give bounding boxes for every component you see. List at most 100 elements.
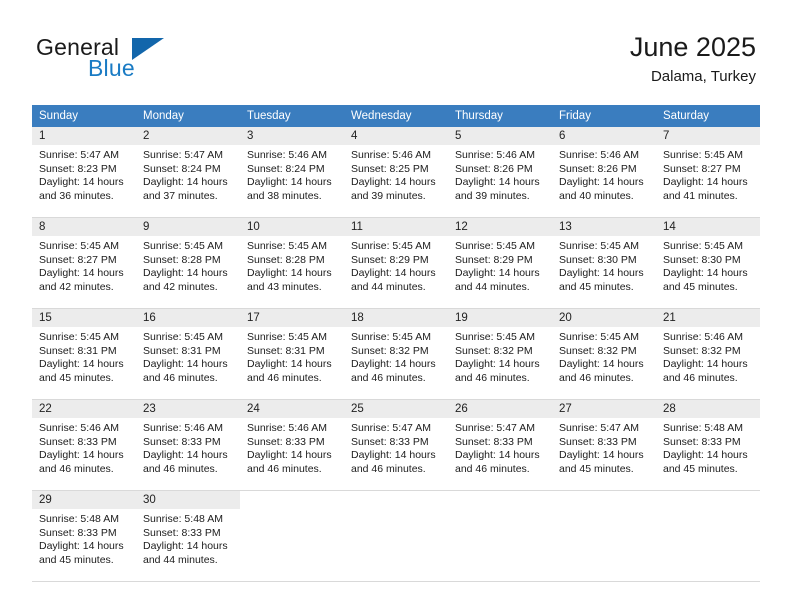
sunset-text: Sunset: 8:33 PM <box>143 526 221 539</box>
daylight-text-line2: and 46 minutes. <box>351 462 426 475</box>
sunrise-text: Sunrise: 5:46 AM <box>455 149 535 161</box>
day-box: 9 Sunrise: 5:45 AM Sunset: 8:28 PM Daylight… <box>136 218 240 308</box>
day-details: Sunrise: 5:45 AM Sunset: 8:31 PM Daylight:… <box>240 327 344 385</box>
day-details: Sunrise: 5:48 AM Sunset: 8:33 PM Daylight:… <box>656 418 760 476</box>
calendar-day-cell[interactable]: 4 Sunrise: 5:46 AM Sunset: 8:25 PM Daylight… <box>344 127 448 218</box>
calendar-day-cell[interactable]: 14 Sunrise: 5:45 AM Sunset: 8:30 PM Dayligh… <box>656 217 760 309</box>
sunset-text: Sunset: 8:25 PM <box>351 162 429 175</box>
day-number: 28 <box>656 400 760 418</box>
calendar-day-cell[interactable]: 17 Sunrise: 5:45 AM Sunset: 8:31 PM Dayligh… <box>240 308 344 400</box>
calendar-day-cell[interactable]: 23 Sunrise: 5:46 AM Sunset: 8:33 PM Dayligh… <box>136 399 240 491</box>
day-number: 26 <box>448 400 552 418</box>
calendar-day-cell[interactable]: 27 Sunrise: 5:47 AM Sunset: 8:33 PM Dayligh… <box>552 399 656 491</box>
calendar-day-cell[interactable]: 3 Sunrise: 5:46 AM Sunset: 8:24 PM Daylight… <box>240 127 344 218</box>
sunrise-text: Sunrise: 5:45 AM <box>247 331 327 343</box>
daylight-text-line2: and 46 minutes. <box>143 371 218 384</box>
sunrise-text: Sunrise: 5:45 AM <box>455 240 535 252</box>
day-number: 23 <box>136 400 240 418</box>
daylight-text-line1: Daylight: 14 hours <box>39 358 124 370</box>
calendar-week-row: 1 Sunrise: 5:47 AM Sunset: 8:23 PM Daylight… <box>32 127 760 218</box>
sunrise-text: Sunrise: 5:47 AM <box>143 149 223 161</box>
daylight-text-line2: and 45 minutes. <box>39 371 114 384</box>
sunrise-text: Sunrise: 5:45 AM <box>247 240 327 252</box>
calendar-body: 1 Sunrise: 5:47 AM Sunset: 8:23 PM Daylight… <box>32 127 760 582</box>
calendar-day-cell[interactable]: 12 Sunrise: 5:45 AM Sunset: 8:29 PM Dayligh… <box>448 217 552 309</box>
calendar-day-cell[interactable]: 24 Sunrise: 5:46 AM Sunset: 8:33 PM Dayligh… <box>240 399 344 491</box>
daylight-text-line1: Daylight: 14 hours <box>663 449 748 461</box>
day-details: Sunrise: 5:46 AM Sunset: 8:33 PM Daylight:… <box>136 418 240 476</box>
calendar-grid: Sunday Monday Tuesday Wednesday Thursday… <box>32 105 760 582</box>
brand-logo[interactable]: General Blue <box>36 36 276 96</box>
day-details: Sunrise: 5:46 AM Sunset: 8:33 PM Daylight:… <box>240 418 344 476</box>
sunset-text: Sunset: 8:27 PM <box>663 162 741 175</box>
calendar-day-cell[interactable]: 25 Sunrise: 5:47 AM Sunset: 8:33 PM Dayligh… <box>344 399 448 491</box>
calendar-day-cell[interactable]: 6 Sunrise: 5:46 AM Sunset: 8:26 PM Daylight… <box>552 127 656 218</box>
sunset-text: Sunset: 8:33 PM <box>663 435 741 448</box>
calendar-day-cell[interactable]: 28 Sunrise: 5:48 AM Sunset: 8:33 PM Dayligh… <box>656 399 760 491</box>
page-header: General Blue June 2025 Dalama, Turkey <box>0 30 792 98</box>
calendar-day-cell[interactable]: 29 Sunrise: 5:48 AM Sunset: 8:33 PM Dayligh… <box>32 490 136 582</box>
calendar-day-cell[interactable]: 16 Sunrise: 5:45 AM Sunset: 8:31 PM Dayligh… <box>136 308 240 400</box>
sunset-text: Sunset: 8:28 PM <box>143 253 221 266</box>
sunrise-text: Sunrise: 5:45 AM <box>559 331 639 343</box>
day-box: 27 Sunrise: 5:47 AM Sunset: 8:33 PM Dayligh… <box>552 400 656 490</box>
sunrise-text: Sunrise: 5:46 AM <box>559 149 639 161</box>
calendar-day-cell[interactable]: 11 Sunrise: 5:45 AM Sunset: 8:29 PM Dayligh… <box>344 217 448 309</box>
calendar-day-cell[interactable]: 5 Sunrise: 5:46 AM Sunset: 8:26 PM Daylight… <box>448 127 552 218</box>
sunrise-text: Sunrise: 5:45 AM <box>663 149 743 161</box>
calendar-day-cell[interactable]: 21 Sunrise: 5:46 AM Sunset: 8:32 PM Dayligh… <box>656 308 760 400</box>
day-number: 8 <box>32 218 136 236</box>
day-details: Sunrise: 5:45 AM Sunset: 8:29 PM Daylight:… <box>448 236 552 294</box>
day-number: 30 <box>136 491 240 509</box>
daylight-text-line1: Daylight: 14 hours <box>247 267 332 279</box>
day-details: Sunrise: 5:45 AM Sunset: 8:27 PM Daylight:… <box>656 145 760 203</box>
day-box: 6 Sunrise: 5:46 AM Sunset: 8:26 PM Daylight… <box>552 127 656 217</box>
calendar-day-cell[interactable]: 2 Sunrise: 5:47 AM Sunset: 8:24 PM Daylight… <box>136 127 240 218</box>
calendar-day-cell[interactable]: 19 Sunrise: 5:45 AM Sunset: 8:32 PM Dayligh… <box>448 308 552 400</box>
calendar-day-cell[interactable]: 8 Sunrise: 5:45 AM Sunset: 8:27 PM Daylight… <box>32 217 136 309</box>
day-number: 13 <box>552 218 656 236</box>
day-details: Sunrise: 5:47 AM Sunset: 8:23 PM Daylight:… <box>32 145 136 203</box>
day-number <box>552 491 656 509</box>
daylight-text-line2: and 46 minutes. <box>455 371 530 384</box>
calendar-day-cell[interactable]: 30 Sunrise: 5:48 AM Sunset: 8:33 PM Dayligh… <box>136 490 240 582</box>
daylight-text-line1: Daylight: 14 hours <box>455 449 540 461</box>
daylight-text-line1: Daylight: 14 hours <box>663 176 748 188</box>
calendar-week-row: 8 Sunrise: 5:45 AM Sunset: 8:27 PM Daylight… <box>32 217 760 309</box>
sunrise-text: Sunrise: 5:47 AM <box>351 422 431 434</box>
day-box: 18 Sunrise: 5:45 AM Sunset: 8:32 PM Dayligh… <box>344 309 448 399</box>
day-details: Sunrise: 5:46 AM Sunset: 8:33 PM Daylight:… <box>32 418 136 476</box>
calendar-empty-cell <box>448 490 552 582</box>
sunset-text: Sunset: 8:28 PM <box>247 253 325 266</box>
sunrise-text: Sunrise: 5:45 AM <box>143 240 223 252</box>
calendar-day-cell[interactable]: 10 Sunrise: 5:45 AM Sunset: 8:28 PM Dayligh… <box>240 217 344 309</box>
day-details: Sunrise: 5:46 AM Sunset: 8:26 PM Daylight:… <box>552 145 656 203</box>
day-box: 16 Sunrise: 5:45 AM Sunset: 8:31 PM Dayligh… <box>136 309 240 399</box>
calendar-day-cell[interactable]: 22 Sunrise: 5:46 AM Sunset: 8:33 PM Dayligh… <box>32 399 136 491</box>
day-number: 27 <box>552 400 656 418</box>
calendar-day-cell[interactable]: 18 Sunrise: 5:45 AM Sunset: 8:32 PM Dayligh… <box>344 308 448 400</box>
calendar-day-cell[interactable]: 13 Sunrise: 5:45 AM Sunset: 8:30 PM Dayligh… <box>552 217 656 309</box>
daylight-text-line1: Daylight: 14 hours <box>559 449 644 461</box>
sunset-text: Sunset: 8:33 PM <box>39 526 117 539</box>
calendar-day-cell[interactable]: 7 Sunrise: 5:45 AM Sunset: 8:27 PM Daylight… <box>656 127 760 218</box>
daylight-text-line2: and 46 minutes. <box>351 371 426 384</box>
calendar-day-cell[interactable]: 9 Sunrise: 5:45 AM Sunset: 8:28 PM Daylight… <box>136 217 240 309</box>
sunset-text: Sunset: 8:26 PM <box>559 162 637 175</box>
calendar-day-cell[interactable]: 1 Sunrise: 5:47 AM Sunset: 8:23 PM Daylight… <box>32 127 136 218</box>
daylight-text-line2: and 46 minutes. <box>39 462 114 475</box>
day-box <box>240 491 344 581</box>
daylight-text-line1: Daylight: 14 hours <box>559 267 644 279</box>
calendar-week-row: 15 Sunrise: 5:45 AM Sunset: 8:31 PM Dayligh… <box>32 308 760 400</box>
calendar-day-cell[interactable]: 26 Sunrise: 5:47 AM Sunset: 8:33 PM Dayligh… <box>448 399 552 491</box>
day-number: 15 <box>32 309 136 327</box>
day-details: Sunrise: 5:45 AM Sunset: 8:32 PM Daylight:… <box>344 327 448 385</box>
sunset-text: Sunset: 8:29 PM <box>455 253 533 266</box>
calendar-day-cell[interactable]: 20 Sunrise: 5:45 AM Sunset: 8:32 PM Dayligh… <box>552 308 656 400</box>
calendar-day-cell[interactable]: 15 Sunrise: 5:45 AM Sunset: 8:31 PM Dayligh… <box>32 308 136 400</box>
daylight-text-line1: Daylight: 14 hours <box>559 176 644 188</box>
sunrise-text: Sunrise: 5:47 AM <box>455 422 535 434</box>
title-block: June 2025 Dalama, Turkey <box>630 30 756 88</box>
day-number: 24 <box>240 400 344 418</box>
daylight-text-line2: and 44 minutes. <box>351 280 426 293</box>
